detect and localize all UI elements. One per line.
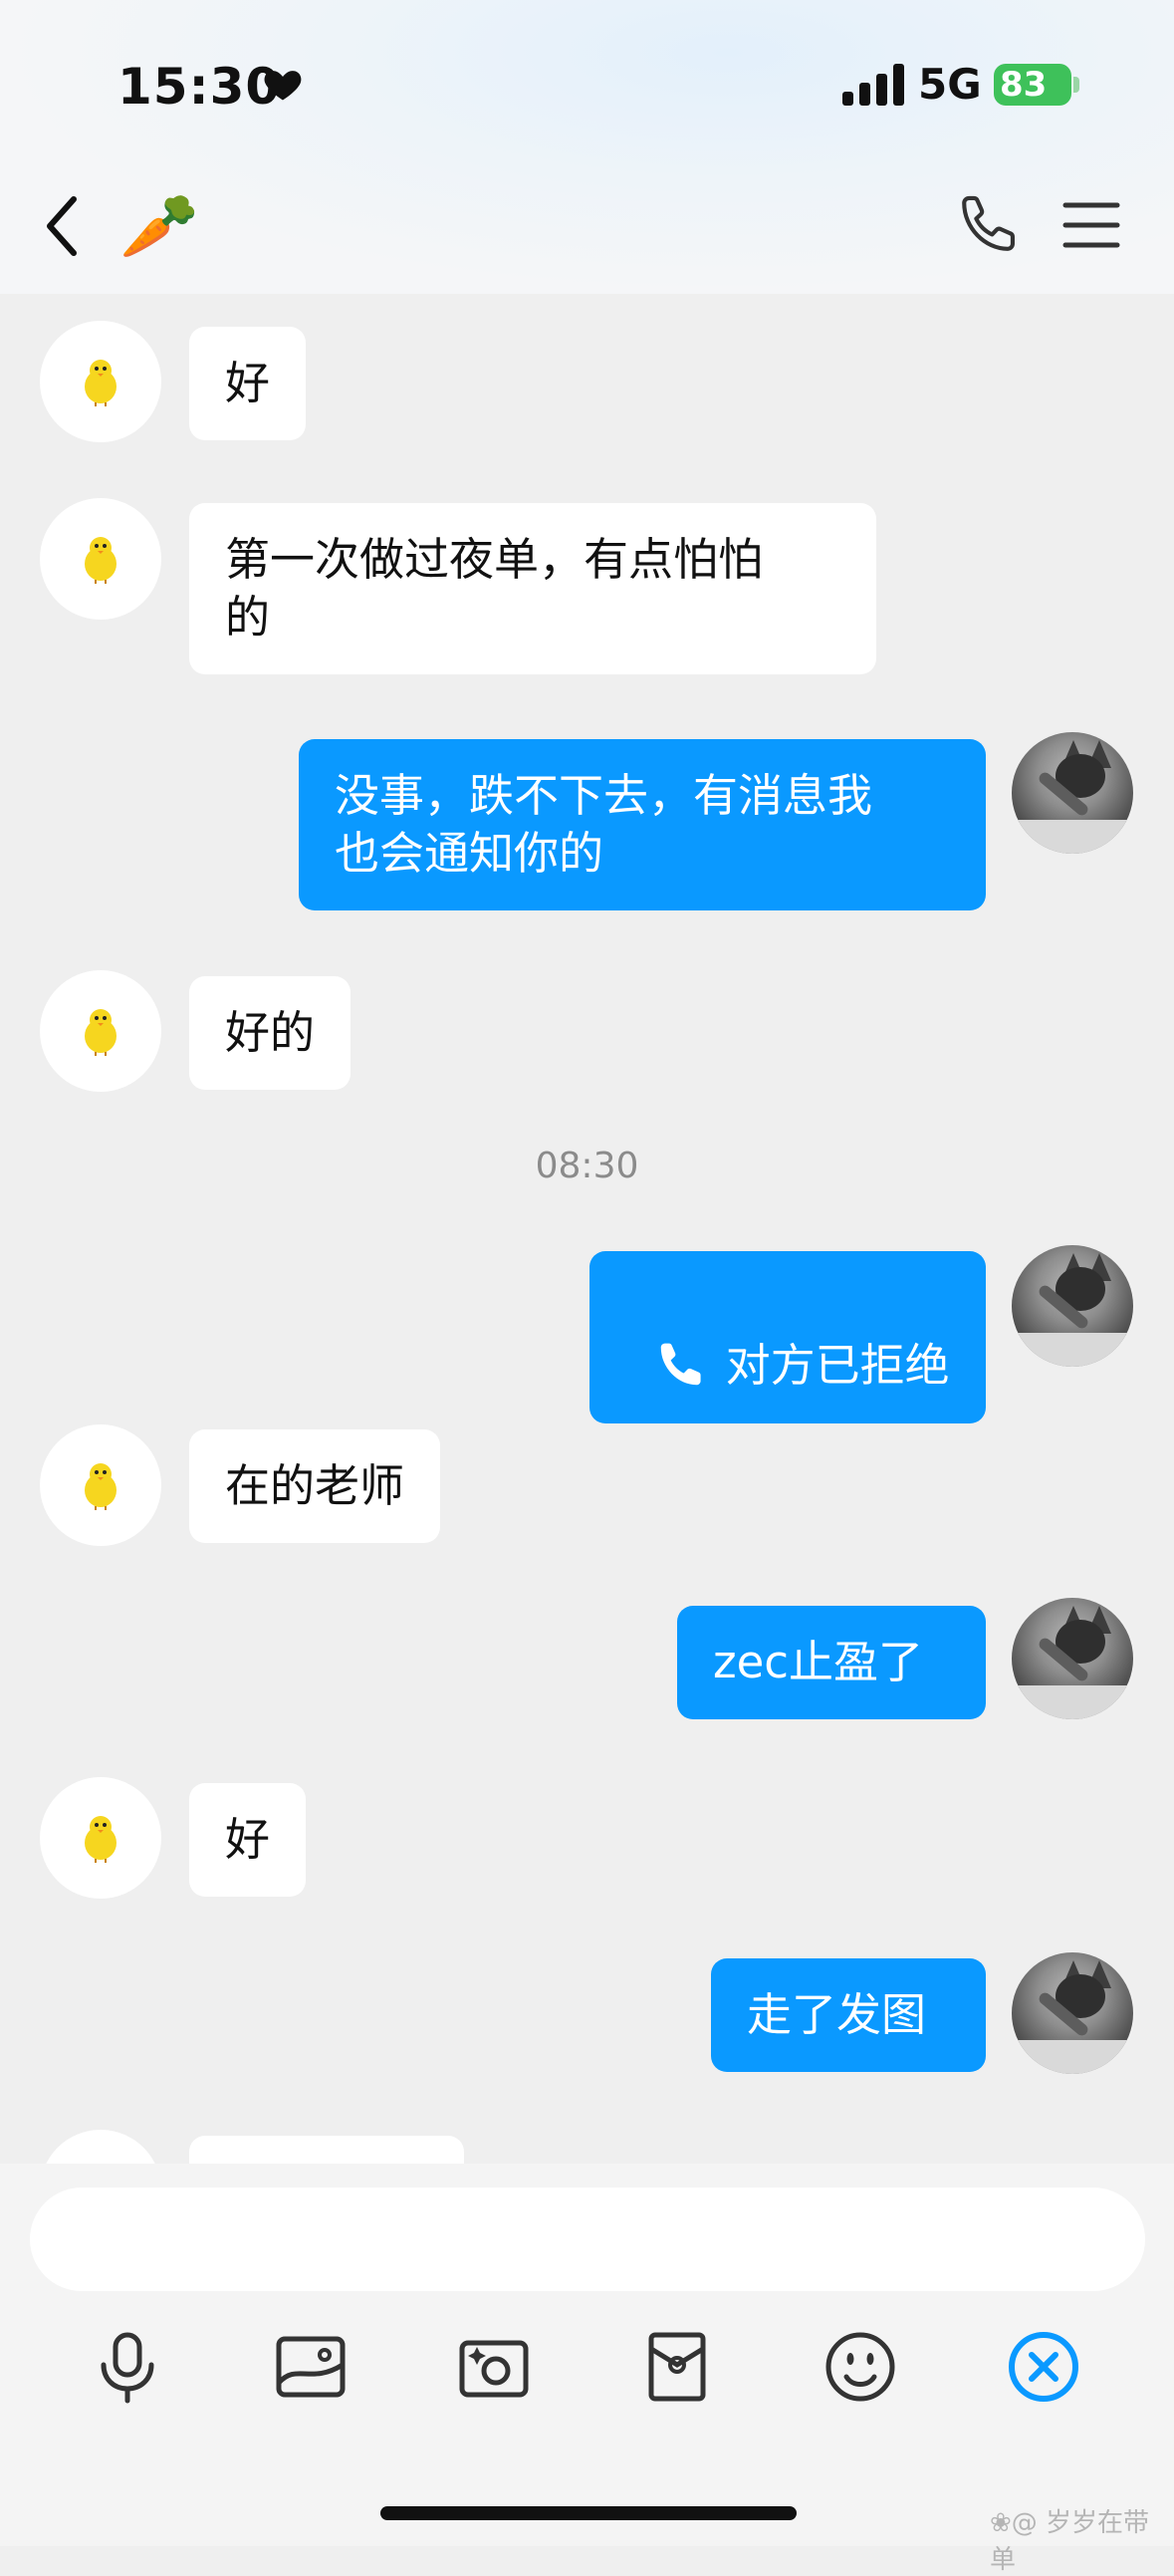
user-avatar[interactable] bbox=[1012, 1952, 1133, 2074]
phone-icon bbox=[660, 1343, 701, 1386]
message-input[interactable] bbox=[30, 2188, 1145, 2291]
close-icon[interactable] bbox=[1004, 2327, 1083, 2407]
microphone-icon[interactable] bbox=[88, 2327, 167, 2407]
emoji-icon[interactable] bbox=[821, 2327, 900, 2407]
battery-level: 83 bbox=[1000, 65, 1048, 105]
battery-tip bbox=[1073, 77, 1079, 93]
contact-avatar[interactable] bbox=[40, 1777, 161, 1899]
status-time: 15:30 bbox=[117, 58, 282, 116]
contact-avatar[interactable] bbox=[40, 970, 161, 1092]
cat-table bbox=[1012, 1685, 1133, 1719]
chick-icon bbox=[85, 1816, 117, 1863]
chick-icon bbox=[85, 1463, 117, 1510]
chick-icon bbox=[85, 1009, 117, 1056]
camera-icon[interactable] bbox=[454, 2327, 534, 2407]
image-icon[interactable] bbox=[271, 2327, 351, 2407]
phone-icon[interactable] bbox=[956, 191, 1022, 257]
cat-table bbox=[1012, 820, 1133, 854]
user-avatar[interactable] bbox=[1012, 1245, 1133, 1367]
message-bubble-incoming[interactable]: 第一次做过夜单，有点怕怕 的 bbox=[189, 503, 876, 674]
home-indicator[interactable] bbox=[380, 2506, 797, 2520]
message-bubble-incoming[interactable]: 好 bbox=[189, 1783, 307, 1897]
chevron-left-icon[interactable] bbox=[42, 191, 82, 261]
heart-icon bbox=[264, 71, 302, 101]
watermark: ❀@ 岁岁在带单 bbox=[990, 2508, 1150, 2575]
user-avatar[interactable] bbox=[1012, 1598, 1133, 1719]
message-bubble-incoming[interactable]: 好的 bbox=[189, 976, 352, 1090]
signal-icon bbox=[842, 64, 904, 106]
contact-avatar[interactable] bbox=[40, 498, 161, 620]
chick-icon bbox=[85, 360, 117, 406]
message-bubble-outgoing[interactable]: 走了发图 bbox=[711, 1958, 986, 2072]
hamburger-menu-icon[interactable] bbox=[1061, 199, 1121, 251]
message-bubble-outgoing[interactable]: 没事，跌不下去，有消息我 也会通知你的 bbox=[299, 739, 986, 910]
red-packet-icon[interactable] bbox=[637, 2327, 717, 2407]
message-bubble-outgoing[interactable]: zec止盈了 bbox=[677, 1606, 986, 1719]
battery-indicator: 83 bbox=[994, 64, 1071, 106]
chick-icon bbox=[85, 537, 117, 584]
message-bubble-incoming[interactable]: 在的老师 bbox=[189, 1429, 441, 1543]
cat-table bbox=[1012, 2040, 1133, 2074]
contact-avatar[interactable] bbox=[40, 1424, 161, 1546]
call-status-text: 对方已拒绝 bbox=[725, 1339, 950, 1392]
cat-table bbox=[1012, 1333, 1133, 1367]
message-bubble-incoming[interactable]: 好 bbox=[189, 327, 307, 440]
call-status-bubble[interactable]: 对方已拒绝 bbox=[589, 1251, 986, 1423]
time-separator: 08:30 bbox=[535, 1146, 639, 1186]
chat-title[interactable]: 🥕 bbox=[119, 189, 199, 264]
user-avatar[interactable] bbox=[1012, 732, 1133, 854]
network-label: 5G bbox=[918, 60, 982, 109]
contact-avatar[interactable] bbox=[40, 321, 161, 442]
